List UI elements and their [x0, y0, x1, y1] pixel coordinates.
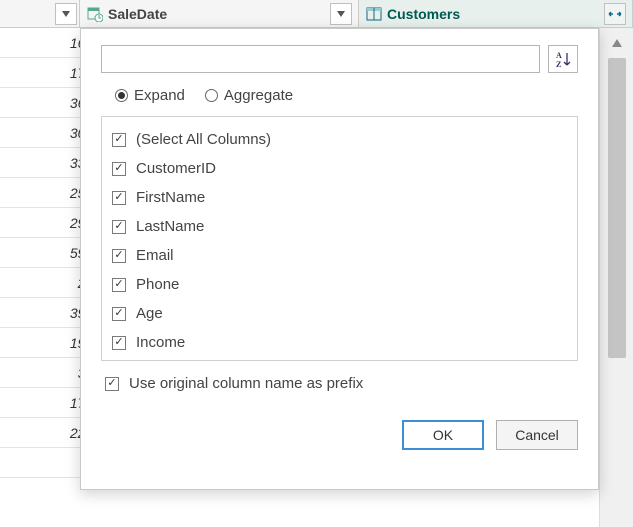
- scroll-up-icon[interactable]: [606, 32, 628, 54]
- header-cell-blank: [0, 0, 80, 27]
- radio-icon: [115, 89, 128, 102]
- table-column-icon: [365, 5, 383, 23]
- expand-arrows-icon: [608, 9, 622, 19]
- checkbox-icon: [112, 278, 126, 292]
- column-check-item[interactable]: Phone: [112, 270, 567, 299]
- column-name-label: LastName: [136, 218, 204, 235]
- checkbox-icon: [112, 307, 126, 321]
- column-check-item[interactable]: Income: [112, 328, 567, 357]
- column-name-label: (Select All Columns): [136, 131, 271, 148]
- sort-az-icon: A Z: [554, 50, 572, 68]
- header-label-saledate: SaleDate: [108, 6, 330, 22]
- cancel-button[interactable]: Cancel: [496, 420, 578, 450]
- column-check-item[interactable]: (Select All Columns): [112, 125, 567, 154]
- expand-aggregate-radios: Expand Aggregate: [115, 87, 578, 104]
- sort-button[interactable]: A Z: [548, 45, 578, 73]
- checkbox-icon: [112, 249, 126, 263]
- column-name-label: Phone: [136, 276, 179, 293]
- radio-expand-label: Expand: [134, 87, 185, 104]
- expand-columns-popup: A Z Expand Aggregate (Select All Columns…: [80, 28, 599, 490]
- expand-column-button[interactable]: [604, 3, 626, 25]
- checkbox-icon: [112, 133, 126, 147]
- checkbox-icon: [112, 336, 126, 350]
- radio-aggregate-label: Aggregate: [224, 87, 293, 104]
- scroll-thumb[interactable]: [608, 58, 626, 358]
- radio-expand[interactable]: Expand: [115, 87, 185, 104]
- checkbox-icon: [112, 220, 126, 234]
- chevron-down-icon: [62, 11, 70, 17]
- column-name-label: Email: [136, 247, 174, 264]
- column-check-item[interactable]: Email: [112, 241, 567, 270]
- vertical-scrollbar[interactable]: [599, 28, 633, 527]
- dialog-buttons: OK Cancel: [101, 420, 578, 450]
- use-prefix-checkbox[interactable]: Use original column name as prefix: [105, 375, 578, 392]
- checkbox-icon: [112, 191, 126, 205]
- header-cell-saledate[interactable]: SaleDate: [80, 0, 359, 27]
- use-prefix-label: Use original column name as prefix: [129, 375, 363, 392]
- column-check-item[interactable]: FirstName: [112, 183, 567, 212]
- filter-dropdown-button[interactable]: [330, 3, 352, 25]
- column-header-row: SaleDate Customers: [0, 0, 633, 28]
- column-name-label: Income: [136, 334, 185, 351]
- chevron-down-icon: [337, 11, 345, 17]
- radio-icon: [205, 89, 218, 102]
- filter-dropdown-button[interactable]: [55, 3, 77, 25]
- header-cell-customers[interactable]: Customers: [359, 0, 633, 27]
- checkbox-icon: [105, 377, 119, 391]
- header-label-customers: Customers: [387, 6, 604, 22]
- svg-text:Z: Z: [556, 60, 561, 68]
- column-check-item[interactable]: Age: [112, 299, 567, 328]
- svg-text:A: A: [556, 51, 562, 60]
- column-check-item[interactable]: LastName: [112, 212, 567, 241]
- checkbox-icon: [112, 162, 126, 176]
- column-name-label: FirstName: [136, 189, 205, 206]
- search-columns-input[interactable]: [101, 45, 540, 73]
- ok-button[interactable]: OK: [402, 420, 484, 450]
- column-check-item[interactable]: CustomerID: [112, 154, 567, 183]
- column-name-label: Age: [136, 305, 163, 322]
- datetime-column-icon: [86, 5, 104, 23]
- radio-aggregate[interactable]: Aggregate: [205, 87, 293, 104]
- columns-checklist: (Select All Columns) CustomerID FirstName L…: [101, 116, 578, 361]
- column-name-label: CustomerID: [136, 160, 216, 177]
